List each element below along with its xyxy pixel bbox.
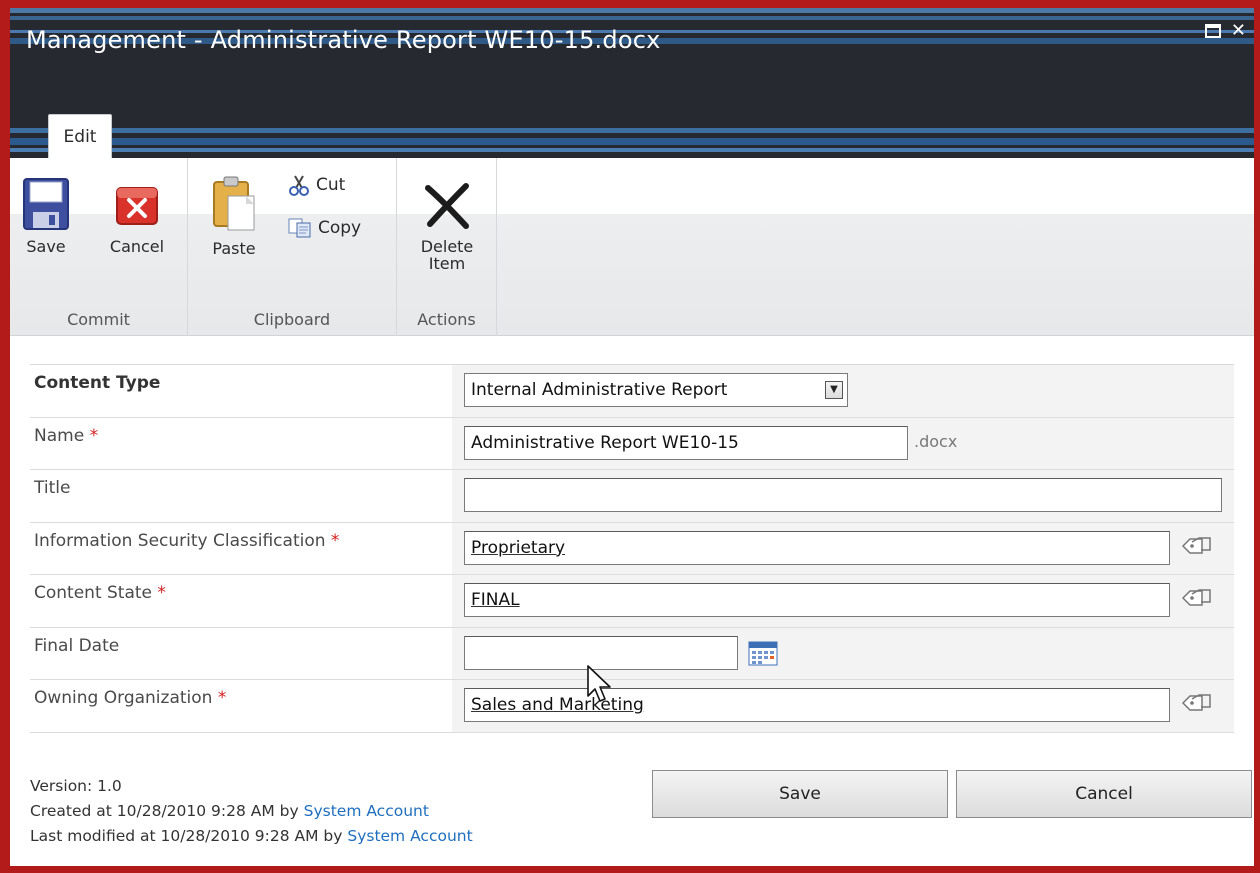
browse-tags-icon[interactable]: [1180, 535, 1212, 557]
dialog-title: Management - Administrative Report WE10-…: [26, 26, 661, 54]
content-type-label: Content Type: [34, 373, 161, 393]
final-date-label: Final Date: [34, 635, 120, 656]
ribbon-group-clipboard: Paste Cut Copy Clipboard: [188, 158, 397, 336]
tab-edit[interactable]: Edit: [48, 114, 112, 158]
name-input[interactable]: Administrative Report WE10-15: [464, 425, 908, 460]
dropdown-arrow-icon[interactable]: ▼: [825, 381, 843, 399]
header-stripe: [10, 138, 1254, 145]
content-state-label: Content State *: [30, 575, 452, 627]
edit-properties-dialog: Management - Administrative Report WE10-…: [10, 8, 1254, 866]
created-by-link[interactable]: System Account: [304, 802, 429, 820]
version-text: Version: 1.0: [30, 777, 122, 795]
paste-label: Paste: [212, 239, 256, 258]
created-info: Created at 10/28/2010 9:28 AM by System …: [30, 799, 473, 824]
form-row-name: Name * Administrative Report WE10-15 .do…: [30, 417, 1234, 470]
close-icon[interactable]: ✕: [1231, 22, 1246, 40]
content-type-select[interactable]: Internal Administrative Report ▼: [464, 373, 848, 407]
content-state-input[interactable]: FINAL: [464, 583, 1170, 617]
dialog-titlebar: Management - Administrative Report WE10-…: [10, 8, 1254, 158]
form-value-cell: Administrative Report WE10-15 .docx: [452, 417, 1234, 469]
cut-icon: [289, 175, 309, 196]
cancel-icon: [116, 187, 158, 225]
calendar-icon[interactable]: [748, 640, 778, 666]
content-type-value: Internal Administrative Report: [471, 380, 728, 400]
form-value-cell: [452, 627, 1234, 679]
required-marker: *: [330, 530, 340, 551]
modified-by-link[interactable]: System Account: [347, 827, 472, 845]
modified-text: Last modified at 10/28/2010 9:28 AM by: [30, 827, 343, 845]
header-stripe: [10, 8, 1254, 13]
delete-label-line2: Item: [428, 254, 466, 273]
copy-label: Copy: [318, 218, 362, 238]
maximize-icon[interactable]: [1204, 24, 1221, 38]
save-icon: [23, 178, 69, 230]
browse-tags-icon[interactable]: [1180, 587, 1212, 609]
cancel-label: Cancel: [109, 237, 165, 256]
owning-organization-label: Owning Organization *: [30, 680, 452, 732]
owning-organization-label-text: Owning Organization: [34, 688, 213, 708]
ribbon-group-actions: Delete Item Actions: [397, 158, 497, 336]
form-row-content-type: Content Type Internal Administrative Rep…: [30, 365, 1234, 418]
mouse-pointer-icon: [587, 665, 611, 702]
form-row-owning-organization: Owning Organization * Sales and Marketin…: [30, 680, 1234, 733]
form-row-content-state: Content State * FINAL: [30, 575, 1234, 628]
title-input[interactable]: [464, 478, 1222, 512]
ribbon-group-commit: Save Cancel Commit: [10, 158, 188, 336]
cut-label: Cut: [316, 175, 346, 195]
save-button[interactable]: Save: [652, 770, 948, 818]
browse-tags-icon[interactable]: [1180, 692, 1212, 714]
version-info: Version: 1.0 Created at 10/28/2010 9:28 …: [30, 774, 473, 849]
ribbon-copy-button[interactable]: Copy: [288, 218, 361, 238]
header-stripe: [10, 16, 1254, 20]
security-classification-input[interactable]: Proprietary: [464, 530, 1170, 565]
form-value-cell: Proprietary: [452, 522, 1234, 574]
ribbon-paste-button[interactable]: Paste: [204, 174, 264, 257]
group-label-clipboard: Clipboard: [253, 310, 331, 329]
form-row-title: Title: [30, 470, 1234, 523]
delete-x-icon: [425, 183, 469, 229]
form-value-cell: Sales and Marketing: [452, 680, 1234, 732]
required-marker: *: [217, 688, 227, 708]
save-label: Save: [26, 237, 66, 256]
file-extension: .docx: [914, 431, 958, 451]
delete-item-label: Delete Item: [421, 238, 474, 272]
form-value-cell: [452, 470, 1234, 522]
form-value-cell: FINAL: [452, 575, 1234, 627]
required-marker: *: [157, 583, 166, 603]
content-state-label-text: Content State: [34, 583, 153, 603]
ribbon: Save Cancel Commit Paste Cut Copy Clipbo…: [10, 158, 1254, 336]
security-classification-label-text: Information Security Classification: [34, 530, 326, 551]
properties-form: Content Type Internal Administrative Rep…: [30, 364, 1234, 733]
modified-info: Last modified at 10/28/2010 9:28 AM by S…: [30, 824, 473, 849]
ribbon-cancel-button[interactable]: Cancel: [102, 180, 172, 255]
ribbon-cut-button[interactable]: Cut: [288, 174, 345, 196]
group-label-actions: Actions: [417, 310, 476, 329]
form-row-security-classification: Information Security Classification * Pr…: [30, 522, 1234, 575]
window-controls: ✕: [1204, 22, 1246, 40]
cancel-button[interactable]: Cancel: [956, 770, 1252, 818]
owning-organization-input[interactable]: Sales and Marketing: [464, 688, 1170, 722]
form-row-final-date: Final Date: [30, 627, 1234, 680]
name-label-text: Name: [34, 425, 85, 446]
header-stripe: [10, 148, 1254, 152]
required-marker: *: [89, 425, 99, 446]
group-label-commit: Commit: [67, 310, 130, 329]
copy-icon: [288, 218, 311, 238]
title-label: Title: [34, 478, 71, 498]
created-text: Created at 10/28/2010 9:28 AM by: [30, 802, 299, 820]
header-stripe: [10, 128, 1254, 133]
security-classification-label: Information Security Classification *: [30, 523, 452, 575]
ribbon-save-button[interactable]: Save: [20, 178, 72, 255]
paste-icon: [213, 176, 255, 231]
ribbon-delete-item-button[interactable]: Delete Item: [411, 180, 483, 272]
name-label: Name *: [30, 418, 452, 470]
form-value-cell: Internal Administrative Report ▼: [452, 365, 1234, 417]
